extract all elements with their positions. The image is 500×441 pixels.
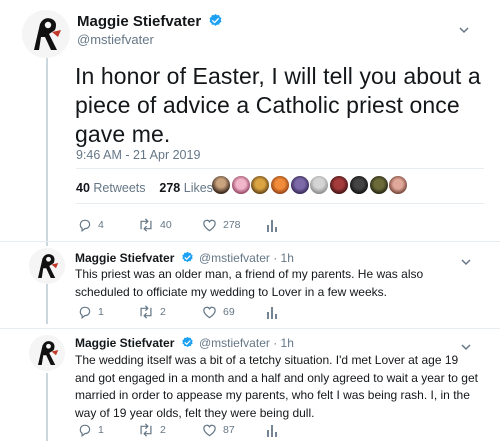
liker-avatar[interactable] (231, 176, 250, 194)
analytics-icon[interactable] (266, 218, 278, 232)
reply-button[interactable]: 1 (78, 423, 138, 437)
likes-stat[interactable]: 278 Likes (159, 181, 213, 195)
liker-avatar[interactable] (389, 176, 408, 194)
reply-button[interactable]: 4 (78, 218, 138, 232)
tweet-stats: 40 Retweets 278 Likes (76, 181, 213, 195)
divider (76, 168, 484, 169)
verified-badge-icon (209, 13, 222, 26)
reply-icon (79, 306, 91, 319)
avatar[interactable] (22, 10, 70, 58)
liker-avatar[interactable] (310, 176, 329, 194)
divider (76, 203, 484, 204)
tweet-actions: 1 2 87 (78, 423, 278, 437)
liker-avatar[interactable] (251, 176, 270, 194)
author-name[interactable]: Maggie Stiefvater (75, 251, 194, 265)
reply-button[interactable]: 1 (78, 305, 138, 319)
tweet-text: This priest was an older man, a friend o… (75, 267, 424, 299)
author-name-text[interactable]: Maggie Stiefvater (77, 13, 201, 30)
author-handle-time[interactable]: @mstiefvater · 1h (199, 251, 294, 265)
tweet-timestamp[interactable]: 9:46 AM - 21 Apr 2019 (76, 148, 200, 162)
liker-avatar[interactable] (369, 176, 388, 194)
thread-line (46, 284, 48, 324)
like-button[interactable]: 87 (202, 423, 266, 437)
verified-badge-icon (182, 251, 193, 263)
liker-avatars (212, 176, 409, 194)
like-button[interactable]: 278 (202, 218, 266, 232)
retweet-icon (140, 305, 152, 319)
author-handle-time[interactable]: @mstiefvater · 1h (199, 336, 294, 350)
retweet-button[interactable]: 40 (138, 218, 202, 232)
divider (0, 241, 500, 242)
retweets-stat[interactable]: 40 Retweets (76, 181, 146, 195)
liker-avatar[interactable] (349, 176, 368, 194)
analytics-icon[interactable] (266, 423, 278, 437)
avatar[interactable] (29, 248, 65, 284)
like-icon (203, 219, 216, 232)
tweet-text: In honor of Easter, I will tell you abou… (75, 63, 481, 147)
reply-icon (79, 424, 91, 437)
liker-avatar[interactable] (271, 176, 290, 194)
author-handle[interactable]: @mstiefvater (77, 32, 154, 47)
like-button[interactable]: 69 (202, 305, 266, 319)
like-icon (203, 306, 216, 319)
thread-line (46, 58, 48, 246)
analytics-icon[interactable] (266, 305, 278, 319)
reply-icon (79, 219, 91, 232)
tweet-actions: 4 40 278 (78, 218, 278, 232)
thread-line (46, 373, 48, 441)
author-name[interactable]: Maggie Stiefvater (75, 336, 194, 350)
chevron-down-icon[interactable] (458, 24, 470, 36)
liker-avatar[interactable] (290, 176, 309, 194)
verified-badge-icon (182, 336, 193, 348)
liker-avatar[interactable] (212, 176, 230, 194)
tweet-text: The wedding itself was a bit of a tetchy… (75, 353, 478, 420)
liker-avatar[interactable] (330, 176, 349, 194)
retweet-icon (140, 423, 152, 437)
retweet-icon (140, 218, 152, 232)
avatar[interactable] (29, 335, 65, 371)
retweet-button[interactable]: 2 (138, 423, 202, 437)
author-name[interactable]: Maggie Stiefvater (77, 13, 223, 30)
retweet-button[interactable]: 2 (138, 305, 202, 319)
tweet-actions: 1 2 69 (78, 305, 278, 319)
like-icon (203, 424, 216, 437)
divider (0, 328, 500, 329)
